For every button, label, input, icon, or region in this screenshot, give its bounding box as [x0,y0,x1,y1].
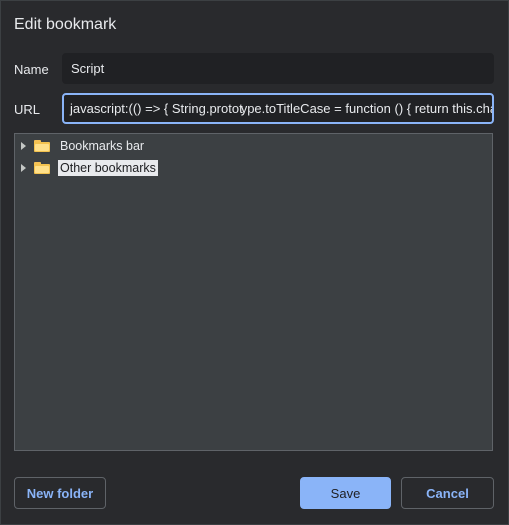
cancel-button[interactable]: Cancel [401,477,494,509]
tree-item-bookmarks-bar[interactable]: Bookmarks bar [15,135,146,157]
expand-arrow-icon[interactable] [21,164,26,172]
url-field-value-end: ype.toTitleCase = function () { return t… [240,101,492,116]
name-field-value: Script [71,61,105,76]
new-folder-button[interactable]: New folder [14,477,106,509]
folder-tree[interactable]: Bookmarks bar Other bookmarks [14,133,493,451]
edit-bookmark-dialog: Edit bookmark Name Script URL javascript… [0,0,509,525]
folder-icon [34,162,50,174]
tree-item-other-bookmarks[interactable]: Other bookmarks [15,157,158,179]
dialog-title: Edit bookmark [14,16,117,33]
folder-icon [34,140,50,152]
name-label: Name [14,62,49,77]
url-label: URL [14,102,41,117]
tree-item-label: Bookmarks bar [60,139,145,153]
expand-arrow-icon[interactable] [21,142,26,150]
url-field-value-start: javascript:(() => { String.protot [70,101,243,116]
name-field[interactable]: Script [62,53,494,84]
save-button[interactable]: Save [300,477,391,509]
url-field[interactable]: javascript:(() => { String.protot ype.toT… [62,93,494,124]
tree-item-label: Other bookmarks [58,160,158,176]
